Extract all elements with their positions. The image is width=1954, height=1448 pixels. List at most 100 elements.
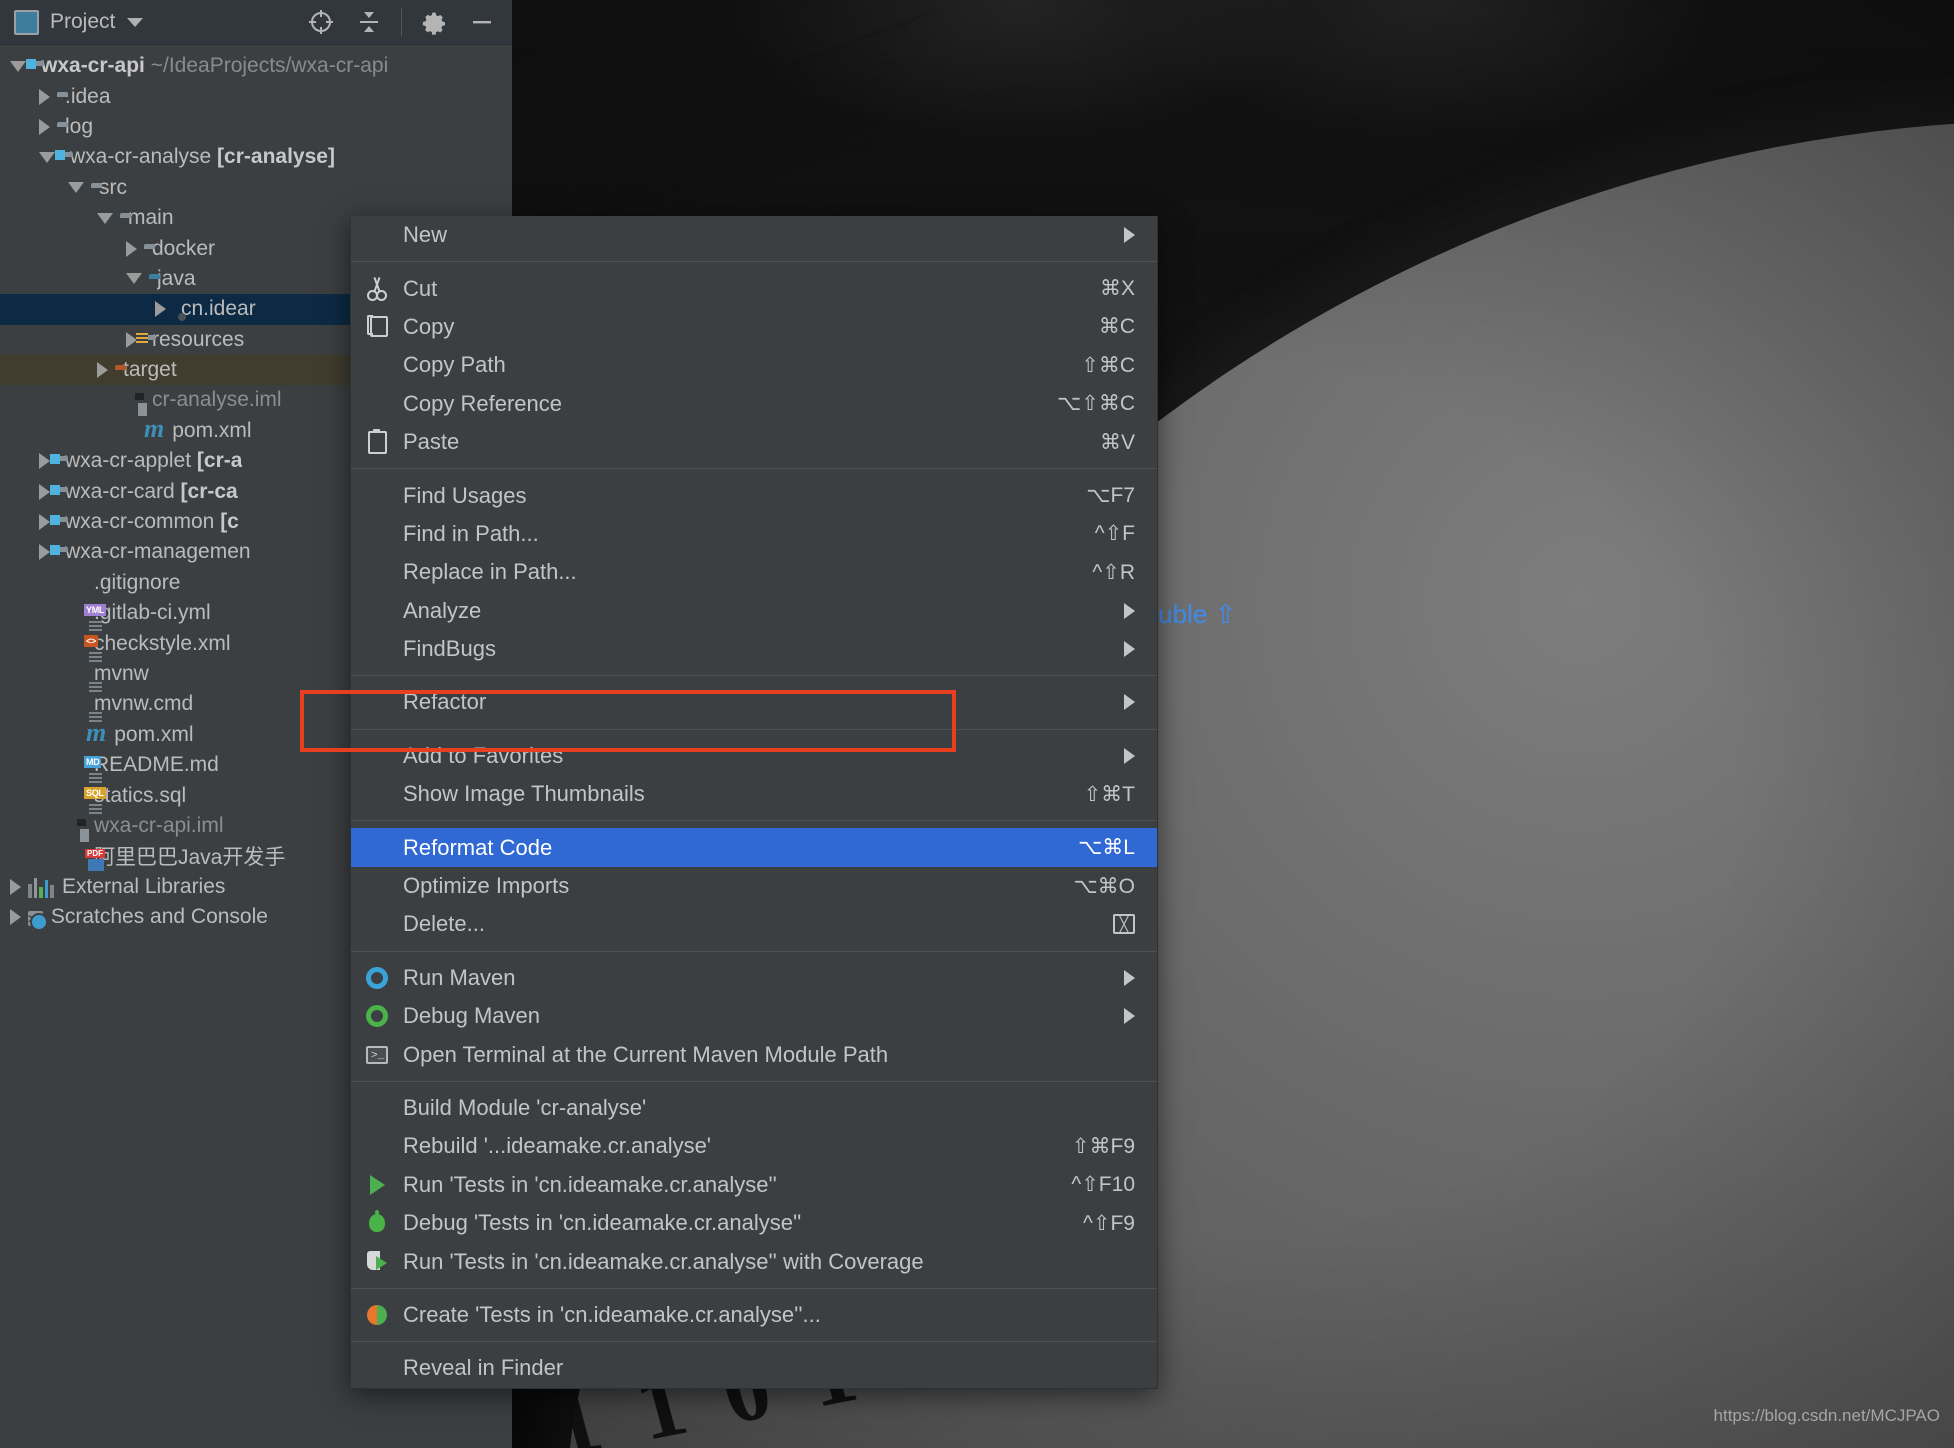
- menu-item-show-image-thumbnails[interactable]: Show Image Thumbnails ⇧⌘T: [351, 775, 1157, 813]
- menu-item-icon-slot: [351, 428, 403, 454]
- menu-item-shortcut: ⌘X: [1099, 277, 1135, 301]
- menu-separator: [351, 675, 1157, 677]
- menu-item-shortcut: ^⇧F: [1094, 522, 1135, 546]
- menu-item-debug-tests-in-cn-ideamake-cr-analyse[interactable]: Debug 'Tests in 'cn.ideamake.cr.analyse'…: [351, 1204, 1157, 1242]
- tree-row-label: wxa-cr-analyse [cr-analyse]: [70, 145, 335, 169]
- chevron-right-icon[interactable]: [39, 88, 50, 105]
- chevron-down-icon[interactable]: [68, 182, 84, 194]
- menu-item-optimize-imports[interactable]: Optimize Imports ⌥⌘O: [351, 867, 1157, 905]
- tree-row-label: mvnw.cmd: [94, 692, 194, 716]
- menu-item-replace-in-path[interactable]: Replace in Path... ^⇧R: [351, 553, 1157, 591]
- chevron-right-icon[interactable]: [97, 362, 108, 379]
- menu-separator: [351, 820, 1157, 822]
- cut-icon: [366, 277, 388, 301]
- chevron-down-icon[interactable]: [127, 17, 144, 27]
- chevron-right-icon[interactable]: [39, 118, 50, 135]
- submenu-arrow-icon: [1124, 602, 1135, 619]
- tree-row-label: pom.xml: [172, 418, 252, 442]
- menu-item-shortcut: ⌘C: [1098, 315, 1135, 339]
- watermark: https://blog.csdn.net/MCJPAO: [1713, 1406, 1940, 1425]
- chevron-down-icon[interactable]: [39, 151, 55, 163]
- chevron-right-icon[interactable]: [39, 514, 50, 531]
- menu-item-open-terminal-at-the-current-maven-module-path[interactable]: >_ Open Terminal at the Current Maven Mod…: [351, 1035, 1157, 1073]
- chevron-right-icon[interactable]: [126, 240, 137, 257]
- tree-row-label: Scratches and Console: [50, 905, 268, 929]
- menu-item-reveal-in-finder[interactable]: Reveal in Finder: [351, 1349, 1157, 1387]
- menu-item-shortcut: ^⇧F10: [1071, 1173, 1135, 1197]
- tree-row[interactable]: src: [0, 173, 512, 203]
- tree-row-label: checkstyle.xml: [94, 631, 231, 655]
- chevron-right-icon[interactable]: [39, 483, 50, 500]
- menu-item-label: Copy Path: [403, 352, 506, 378]
- menu-item-label: Paste: [403, 429, 460, 455]
- chevron-down-icon[interactable]: [10, 60, 26, 72]
- menu-item-refactor[interactable]: Refactor: [351, 683, 1157, 721]
- menu-item-copy[interactable]: Copy ⌘C: [351, 308, 1157, 346]
- menu-item-findbugs[interactable]: FindBugs: [351, 630, 1157, 668]
- menu-item-label: Find Usages: [403, 482, 527, 508]
- menu-item-label: Reformat Code: [403, 834, 553, 860]
- collapse-all-icon[interactable]: [347, 2, 391, 42]
- chevron-down-icon[interactable]: [97, 212, 113, 224]
- chevron-down-icon[interactable]: [126, 273, 142, 285]
- menu-item-label: Refactor: [403, 689, 487, 715]
- toolbar-divider: [401, 8, 402, 36]
- tree-row[interactable]: wxa-cr-api ~/IdeaProjects/wxa-cr-api: [0, 51, 512, 81]
- menu-item-cut[interactable]: Cut ⌘X: [351, 269, 1157, 307]
- project-window-icon: [14, 9, 39, 35]
- menu-item-label: Run Maven: [403, 964, 516, 990]
- tree-row[interactable]: log: [0, 112, 512, 142]
- submenu-arrow-icon: [1124, 227, 1135, 244]
- tree-row-label: cr-analyse.iml: [152, 388, 282, 412]
- chevron-right-icon[interactable]: [10, 909, 21, 926]
- libraries-icon: [28, 876, 54, 898]
- menu-item-run-tests-in-cn-ideamake-cr-analyse[interactable]: Run 'Tests in 'cn.ideamake.cr.analyse'' ^…: [351, 1166, 1157, 1204]
- run-icon: [369, 1174, 385, 1195]
- menu-item-analyze[interactable]: Analyze: [351, 592, 1157, 630]
- tree-row[interactable]: wxa-cr-analyse [cr-analyse]: [0, 142, 512, 172]
- tree-row-label: External Libraries: [62, 874, 226, 898]
- coverage-icon: [367, 1251, 387, 1272]
- copy-icon: [367, 315, 388, 338]
- tree-row-label: wxa-cr-api ~/IdeaProjects/wxa-cr-api: [41, 54, 389, 78]
- menu-item-reformat-code[interactable]: Reformat Code ⌥⌘L: [351, 828, 1157, 867]
- menu-item-add-to-favorites[interactable]: Add to Favorites: [351, 737, 1157, 775]
- menu-item-icon-slot: [351, 1210, 403, 1233]
- menu-separator: [351, 728, 1157, 730]
- menu-item-build-module-cr-analyse[interactable]: Build Module 'cr-analyse': [351, 1089, 1157, 1127]
- menu-item-label: Replace in Path...: [403, 559, 577, 585]
- paste-icon: [367, 428, 387, 454]
- menu-item-rebuild-ideamake-cr-analyse[interactable]: Rebuild '...ideamake.cr.analyse' ⇧⌘F9: [351, 1127, 1157, 1165]
- tree-row-label: target: [123, 358, 177, 382]
- menu-item-run-maven[interactable]: Run Maven: [351, 959, 1157, 997]
- chevron-right-icon[interactable]: [10, 878, 21, 895]
- menu-item-find-usages[interactable]: Find Usages ⌥F7: [351, 476, 1157, 514]
- menu-item-debug-maven[interactable]: Debug Maven: [351, 997, 1157, 1035]
- tree-row-label: wxa-cr-common [c: [65, 510, 239, 534]
- chevron-right-icon[interactable]: [39, 544, 50, 561]
- chevron-right-icon[interactable]: [39, 453, 50, 470]
- menu-item-find-in-path[interactable]: Find in Path... ^⇧F: [351, 515, 1157, 553]
- tree-row-label: log: [65, 114, 94, 138]
- menu-item-new[interactable]: New: [351, 216, 1157, 254]
- minimize-icon[interactable]: [460, 2, 504, 42]
- chevron-right-icon[interactable]: [155, 301, 166, 318]
- context-menu[interactable]: New Cut ⌘X Copy ⌘C Copy Path ⇧⌘C Copy Reference…: [350, 216, 1158, 1389]
- menu-item-shortcut: ⇧⌘C: [1081, 353, 1135, 377]
- tree-row[interactable]: .idea: [0, 81, 512, 111]
- locate-icon[interactable]: [299, 2, 343, 42]
- menu-item-label: Find in Path...: [403, 520, 539, 546]
- menu-item-label: FindBugs: [403, 636, 496, 662]
- menu-item-copy-path[interactable]: Copy Path ⇧⌘C: [351, 346, 1157, 384]
- menu-item-paste[interactable]: Paste ⌘V: [351, 423, 1157, 461]
- menu-item-copy-reference[interactable]: Copy Reference ⌥⇧⌘C: [351, 385, 1157, 423]
- menu-item-create-tests-in-cn-ideamake-cr-analyse[interactable]: Create 'Tests in 'cn.ideamake.cr.analyse…: [351, 1296, 1157, 1334]
- menu-item-run-tests-in-cn-ideamake-cr-analyse-with-coverage[interactable]: Run 'Tests in 'cn.ideamake.cr.analyse'' …: [351, 1242, 1157, 1280]
- menu-item-label: Optimize Imports: [403, 873, 570, 899]
- menu-item-delete[interactable]: Delete... ╳: [351, 905, 1157, 943]
- gear-icon[interactable]: [412, 2, 456, 42]
- tree-row-label: cn.idear: [181, 297, 256, 321]
